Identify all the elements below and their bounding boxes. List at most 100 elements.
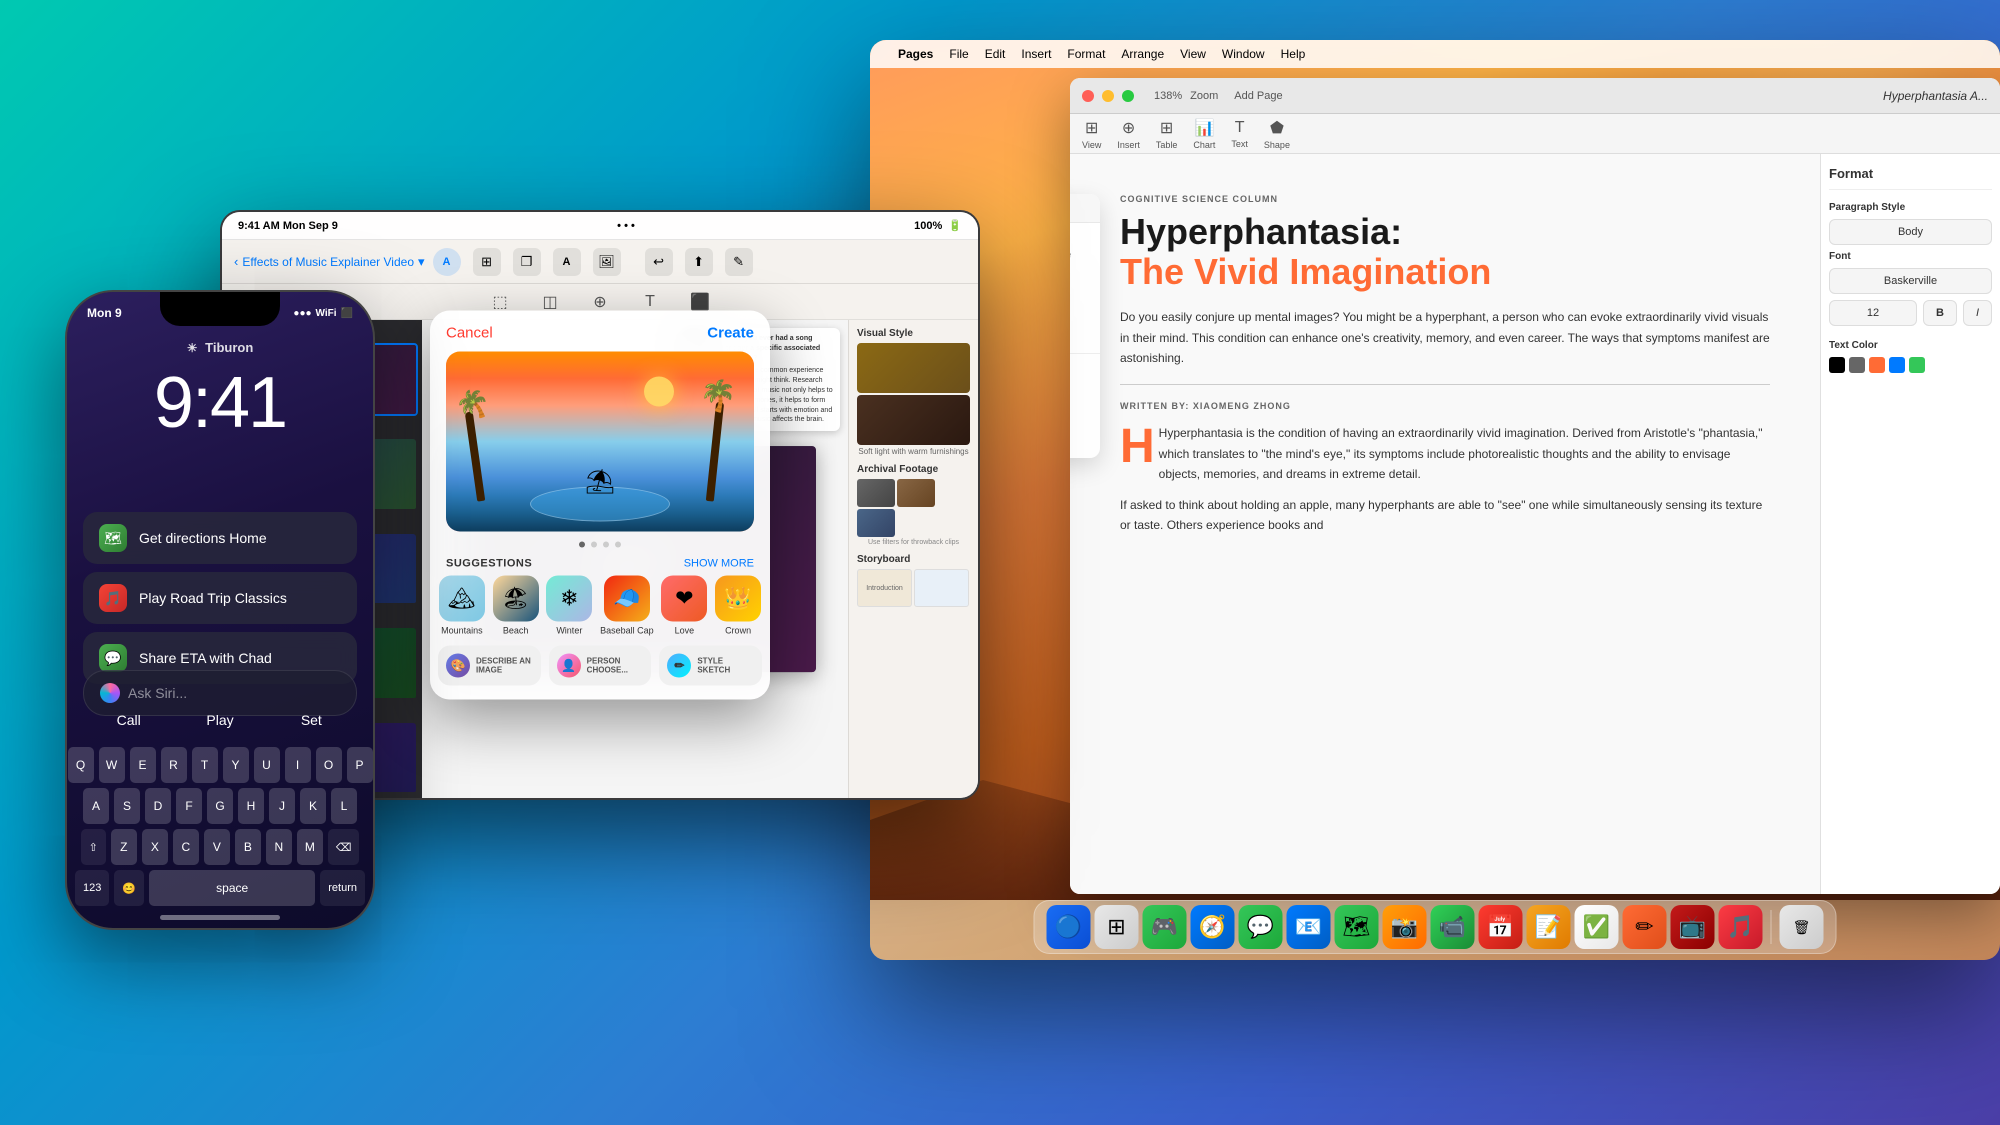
show-more-button[interactable]: SHOW MORE bbox=[684, 558, 754, 570]
key-c[interactable]: C bbox=[173, 829, 199, 865]
window-maximize-button[interactable] bbox=[1122, 90, 1134, 102]
iphone-home-bar[interactable] bbox=[160, 915, 280, 920]
key-w[interactable]: W bbox=[99, 747, 125, 783]
color-swatch-black[interactable] bbox=[1829, 357, 1845, 373]
menu-arrange[interactable]: Arrange bbox=[1121, 47, 1164, 61]
key-return[interactable]: return bbox=[320, 870, 365, 906]
key-t[interactable]: T bbox=[192, 747, 218, 783]
key-f[interactable]: F bbox=[176, 788, 202, 824]
suggestion-baseball[interactable]: 🧢 Baseball Cap bbox=[600, 576, 654, 636]
key-n[interactable]: N bbox=[266, 829, 292, 865]
dock-reminders[interactable]: ✅ bbox=[1575, 905, 1619, 949]
menu-format[interactable]: Format bbox=[1067, 47, 1105, 61]
toolbar-insert[interactable]: ⊕ Insert bbox=[1117, 118, 1140, 150]
color-swatch-gray[interactable] bbox=[1849, 357, 1865, 373]
key-x[interactable]: X bbox=[142, 829, 168, 865]
menu-window[interactable]: Window bbox=[1222, 47, 1265, 61]
menu-help[interactable]: Help bbox=[1281, 47, 1306, 61]
format-btn-font[interactable]: Baskerville bbox=[1829, 268, 1992, 294]
dock-photos[interactable]: 📸 bbox=[1383, 905, 1427, 949]
key-o[interactable]: O bbox=[316, 747, 342, 783]
ai-modal-cancel-button[interactable]: Cancel bbox=[446, 325, 493, 342]
key-q[interactable]: Q bbox=[68, 747, 94, 783]
ai-action-person[interactable]: 👤 PERSONCHOOSE... bbox=[549, 646, 652, 686]
toolbar-table[interactable]: ⊞ Table bbox=[1156, 118, 1178, 150]
quick-action-play[interactable]: Play bbox=[174, 712, 265, 728]
toolbar-icon-copy[interactable]: ❐ bbox=[513, 248, 541, 276]
suggestion-beach[interactable]: 🏖 Beach bbox=[493, 576, 539, 636]
toolbar-view[interactable]: ⊞ View bbox=[1082, 118, 1101, 150]
toolbar-icon-a-circle[interactable]: A bbox=[433, 248, 461, 276]
color-swatch-blue[interactable] bbox=[1889, 357, 1905, 373]
dock-messages[interactable]: 💬 bbox=[1239, 905, 1283, 949]
menu-file[interactable]: File bbox=[949, 47, 968, 61]
quick-action-set[interactable]: Set bbox=[266, 712, 357, 728]
suggestion-mountains[interactable]: 🏔 Mountains bbox=[439, 576, 485, 636]
toolbar-icon-share[interactable]: ⬆ bbox=[685, 248, 713, 276]
dock-notes[interactable]: 📝 bbox=[1527, 905, 1571, 949]
key-k[interactable]: K bbox=[300, 788, 326, 824]
dock-calendar[interactable]: 📅 bbox=[1479, 905, 1523, 949]
key-i[interactable]: I bbox=[285, 747, 311, 783]
color-swatch-green[interactable] bbox=[1909, 357, 1925, 373]
option-summary[interactable]: Summary bbox=[1070, 358, 1100, 382]
toolbar-shape[interactable]: ⬟ Shape bbox=[1264, 118, 1290, 150]
key-p[interactable]: P bbox=[347, 747, 373, 783]
menu-insert[interactable]: Insert bbox=[1021, 47, 1051, 61]
dock-freeform[interactable]: ✏ bbox=[1623, 905, 1667, 949]
dock-music[interactable]: 🎵 bbox=[1719, 905, 1763, 949]
key-emoji[interactable]: 😊 bbox=[114, 870, 144, 906]
dock-safari[interactable]: 🧭 bbox=[1191, 905, 1235, 949]
key-r[interactable]: R bbox=[161, 747, 187, 783]
key-z[interactable]: Z bbox=[111, 829, 137, 865]
toolbar-icon-back[interactable]: ↩ bbox=[645, 248, 673, 276]
ipad-back-button[interactable]: ‹ Effects of Music Explainer Video ▾ bbox=[234, 254, 425, 270]
dock-facetime[interactable]: 📹 bbox=[1431, 905, 1475, 949]
key-l[interactable]: L bbox=[331, 788, 357, 824]
zoom-control[interactable]: Zoom bbox=[1190, 90, 1218, 102]
key-g[interactable]: G bbox=[207, 788, 233, 824]
suggestion-directions[interactable]: 🗺 Get directions Home bbox=[83, 512, 357, 564]
toolbar-chart[interactable]: 📊 Chart bbox=[1193, 118, 1215, 150]
window-close-button[interactable] bbox=[1082, 90, 1094, 102]
key-space[interactable]: space bbox=[149, 870, 315, 906]
menu-edit[interactable]: Edit bbox=[985, 47, 1006, 61]
font-size-field[interactable]: 12 bbox=[1829, 300, 1917, 326]
color-swatch-orange[interactable] bbox=[1869, 357, 1885, 373]
toolbar-icon-grid[interactable]: ⊞ bbox=[473, 248, 501, 276]
suggestion-crown[interactable]: 👑 Crown bbox=[715, 576, 761, 636]
ai-action-style[interactable]: ✏ STYLESKETCH bbox=[659, 646, 762, 686]
dock-launchpad[interactable]: ⊞ bbox=[1095, 905, 1139, 949]
menu-pages[interactable]: Pages bbox=[898, 47, 933, 61]
toolbar-text[interactable]: T Text bbox=[1231, 119, 1248, 149]
suggestion-music[interactable]: 🎵 Play Road Trip Classics bbox=[83, 572, 357, 624]
key-b[interactable]: B bbox=[235, 829, 261, 865]
key-v[interactable]: V bbox=[204, 829, 230, 865]
window-minimize-button[interactable] bbox=[1102, 90, 1114, 102]
dock-tv[interactable]: 📺 bbox=[1671, 905, 1715, 949]
key-m[interactable]: M bbox=[297, 829, 323, 865]
dock-arcade[interactable]: 🎮 bbox=[1143, 905, 1187, 949]
key-e[interactable]: E bbox=[130, 747, 156, 783]
suggestion-winter[interactable]: ❄ Winter bbox=[546, 576, 592, 636]
key-s[interactable]: S bbox=[114, 788, 140, 824]
key-123[interactable]: 123 bbox=[75, 870, 109, 906]
toolbar-icon-image[interactable]: 🖼 bbox=[593, 248, 621, 276]
siri-bar[interactable]: Ask Siri... bbox=[83, 670, 357, 716]
ai-action-describe[interactable]: 🎨 DESCRIBE ANIMAGE bbox=[438, 646, 541, 686]
dock-mail[interactable]: 📧 bbox=[1287, 905, 1331, 949]
ai-tab-rewrite[interactable]: ✎ Rewrite bbox=[1070, 223, 1100, 273]
option-concise[interactable]: Concise bbox=[1070, 325, 1100, 349]
toolbar-icon-text[interactable]: A bbox=[553, 248, 581, 276]
key-delete[interactable]: ⌫ bbox=[328, 829, 360, 865]
toolbar-icon-more[interactable]: ✎ bbox=[725, 248, 753, 276]
key-u[interactable]: U bbox=[254, 747, 280, 783]
key-a[interactable]: A bbox=[83, 788, 109, 824]
quick-action-call[interactable]: Call bbox=[83, 712, 174, 728]
option-list[interactable]: List bbox=[1070, 430, 1100, 454]
dock-maps[interactable]: 🗺 bbox=[1335, 905, 1379, 949]
key-y[interactable]: Y bbox=[223, 747, 249, 783]
option-key-points[interactable]: Key Points bbox=[1070, 382, 1100, 406]
font-bold-button[interactable]: B bbox=[1923, 300, 1957, 326]
suggestion-love[interactable]: ❤ Love bbox=[661, 576, 707, 636]
